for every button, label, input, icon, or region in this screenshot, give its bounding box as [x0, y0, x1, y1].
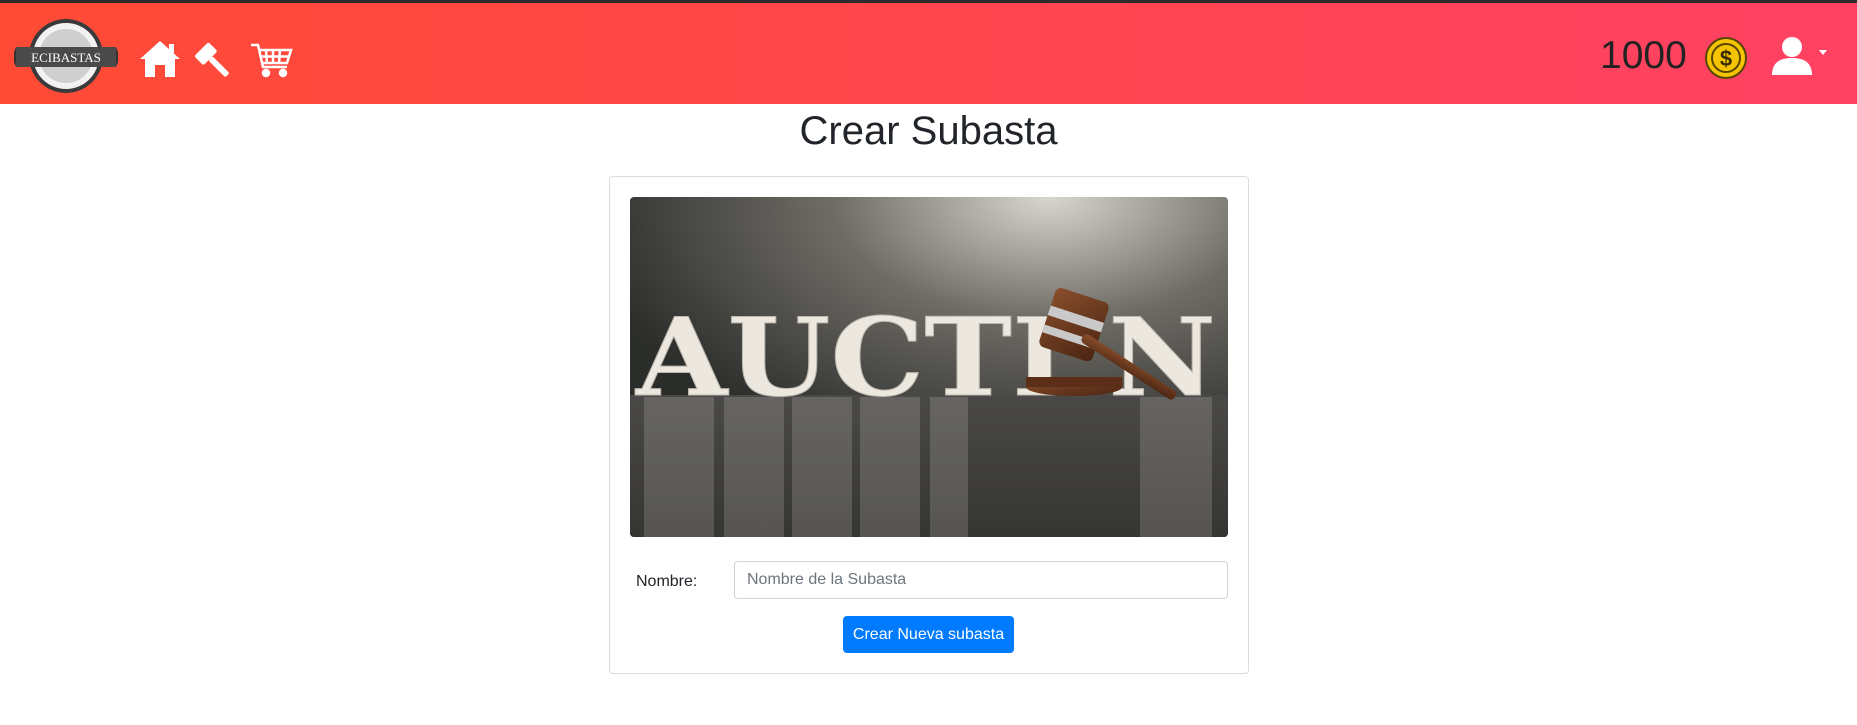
brand-logo-text: ECIBASTAS	[31, 50, 101, 65]
page-title: Crear Subasta	[799, 109, 1058, 153]
navbar: ECIBASTAS 1000 $	[0, 3, 1857, 104]
dollar-coin-icon: $	[1704, 36, 1748, 80]
svg-text:$: $	[1720, 46, 1732, 71]
home-icon[interactable]	[138, 37, 182, 81]
gavel-icon[interactable]	[192, 37, 236, 81]
chevron-down-icon	[1819, 50, 1827, 55]
user-icon	[1772, 37, 1812, 75]
user-menu[interactable]	[1770, 33, 1830, 81]
auction-image: AUCTI N	[630, 197, 1228, 537]
auction-name-input[interactable]	[734, 561, 1228, 599]
create-auction-button[interactable]: Crear Nueva subasta	[843, 616, 1014, 653]
shopping-cart-icon[interactable]	[249, 37, 293, 81]
create-auction-card: AUCTI N Nombre: Crear Nueva subasta	[609, 176, 1249, 674]
coin-balance: 1000	[1600, 34, 1687, 77]
auction-image-text: AUCTI N	[635, 295, 1216, 421]
name-label: Nombre:	[636, 573, 698, 590]
brand-logo[interactable]: ECIBASTAS	[12, 17, 120, 95]
